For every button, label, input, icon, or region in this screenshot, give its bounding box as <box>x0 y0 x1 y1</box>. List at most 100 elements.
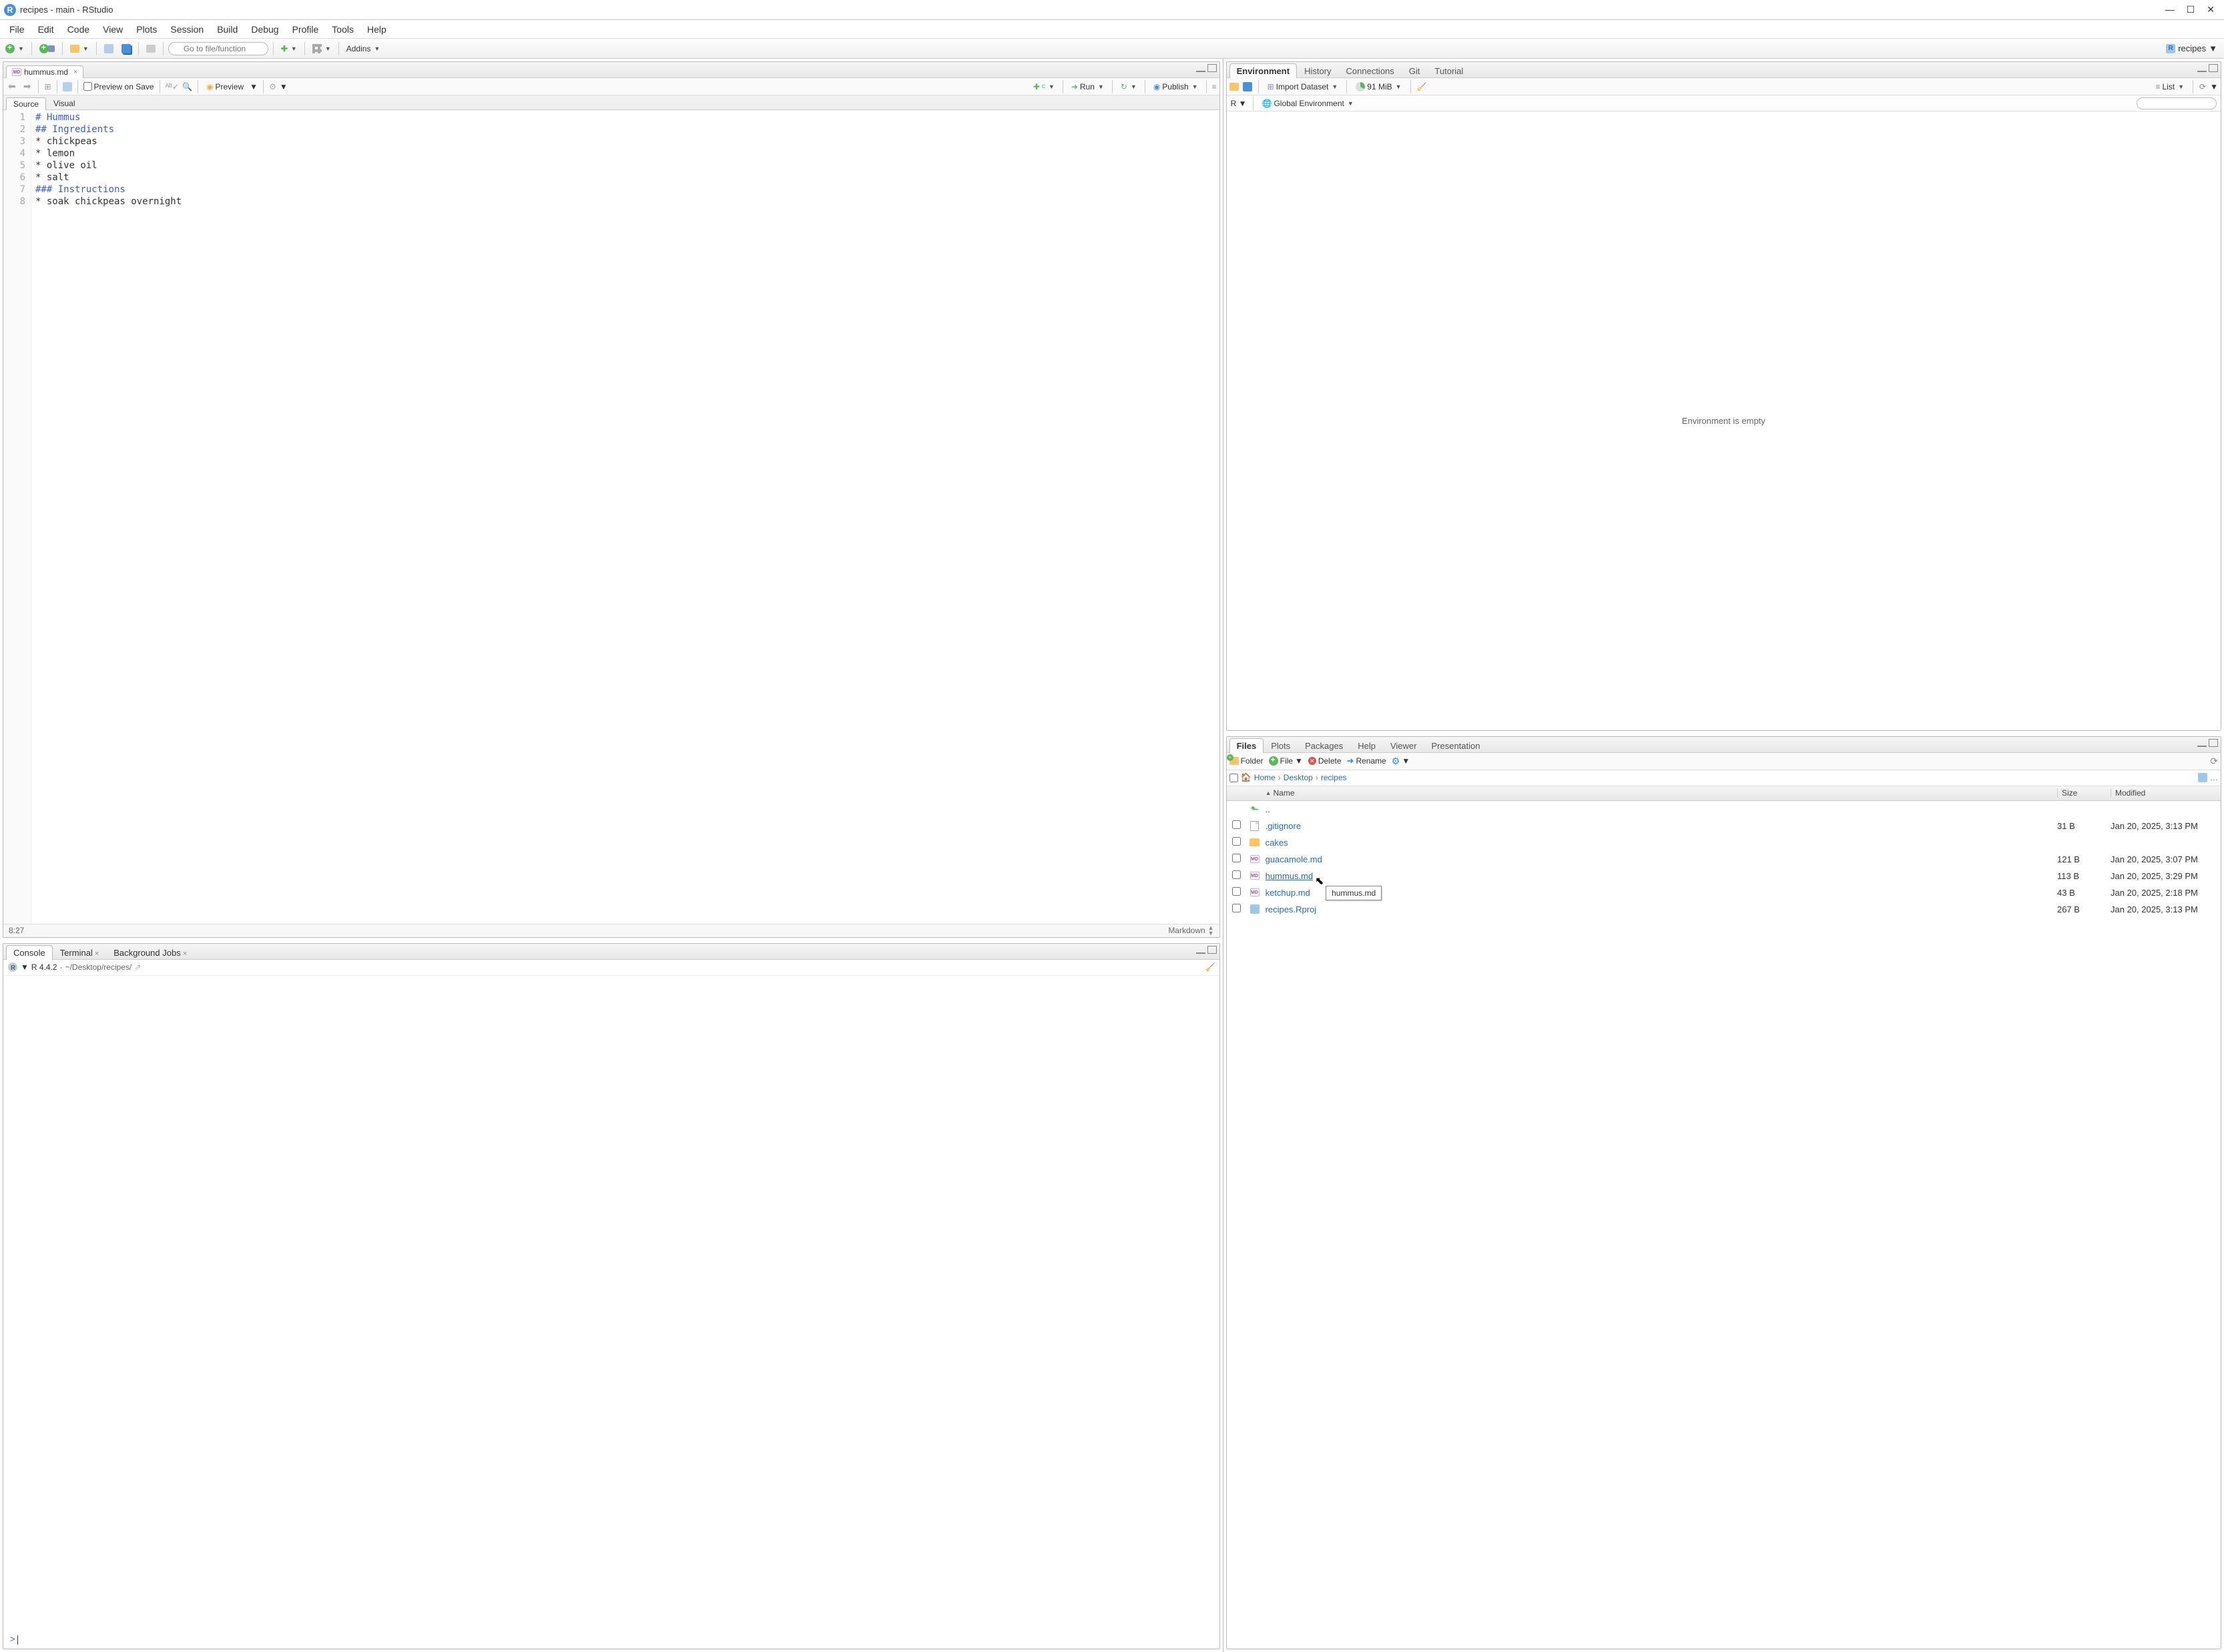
menu-view[interactable]: View <box>96 21 129 37</box>
visual-subtab[interactable]: Visual <box>46 97 82 109</box>
working-dir[interactable]: ~/Desktop/recipes/ <box>65 962 132 972</box>
insert-chunk-button[interactable]: ✚c▼ <box>1031 81 1057 93</box>
import-dataset-button[interactable]: ⊞Import Dataset▼ <box>1265 81 1341 93</box>
file-row[interactable]: MD hummus.md 113 B Jan 20, 2025, 3:29 PM <box>1227 868 2221 884</box>
new-folder-button[interactable]: +Folder <box>1229 756 1264 766</box>
save-icon[interactable] <box>63 82 72 91</box>
open-file-button[interactable]: ▼ <box>67 43 91 54</box>
window-close-button[interactable]: ✕ <box>2207 4 2215 15</box>
breadcrumb-desktop[interactable]: Desktop <box>1284 773 1313 782</box>
preview-on-save-checkbox[interactable]: Preview on Save <box>83 82 154 91</box>
publish-button[interactable]: ◉Publish▼ <box>1151 81 1201 93</box>
menu-edit[interactable]: Edit <box>31 21 61 37</box>
project-menu[interactable]: R recipes ▼ <box>2162 42 2221 55</box>
tab-plots[interactable]: Plots <box>1264 738 1298 753</box>
breadcrumb-recipes[interactable]: recipes <box>1321 773 1347 782</box>
tab-git[interactable]: Git <box>1402 63 1428 78</box>
run-button[interactable]: ➜Run▼ <box>1069 81 1107 93</box>
print-button[interactable] <box>144 43 158 54</box>
file-row[interactable]: .gitignore 31 B Jan 20, 2025, 3:13 PM <box>1227 818 2221 834</box>
addins-menu[interactable]: Addins▼ <box>344 43 383 55</box>
pane-minimize-icon[interactable] <box>2197 743 2207 747</box>
menu-code[interactable]: Code <box>61 21 96 37</box>
window-minimize-button[interactable]: — <box>2165 4 2175 15</box>
find-button[interactable]: 🔍 <box>182 82 192 91</box>
r-version-dropdown[interactable]: ▼ <box>21 962 29 972</box>
console-output[interactable] <box>3 976 1219 1649</box>
home-icon[interactable]: 🏠 <box>1241 772 1252 783</box>
file-checkbox[interactable] <box>1232 904 1241 912</box>
menu-profile[interactable]: Profile <box>286 21 326 37</box>
pane-minimize-icon[interactable] <box>1196 68 1205 72</box>
background-jobs-tab[interactable]: Background Jobs× <box>106 945 194 960</box>
r-scope-selector[interactable]: R ▼ <box>1231 99 1247 108</box>
list-view-button[interactable]: ≡List▼ <box>2153 81 2187 93</box>
file-checkbox[interactable] <box>1232 837 1241 846</box>
tab-files[interactable]: Files <box>1229 738 1264 753</box>
tab-environment[interactable]: Environment <box>1229 63 1297 78</box>
delete-button[interactable]: ✕Delete <box>1308 756 1342 766</box>
sort-by-size[interactable]: Size <box>2057 788 2111 798</box>
pane-layout-button[interactable]: ▼ <box>310 43 334 55</box>
file-name-link[interactable]: hummus.md <box>1266 871 1314 881</box>
clear-env-icon[interactable]: 🧹 <box>1417 82 1427 91</box>
wd-link-icon[interactable]: ⇗ <box>134 962 141 972</box>
file-row[interactable]: recipes.Rproj 267 B Jan 20, 2025, 3:13 P… <box>1227 901 2221 918</box>
source-file-tab[interactable]: MD hummus.md × <box>6 65 83 78</box>
console-tab[interactable]: Console <box>6 945 53 960</box>
file-checkbox[interactable] <box>1232 887 1241 896</box>
menu-session[interactable]: Session <box>164 21 210 37</box>
source-subtab[interactable]: Source <box>6 97 46 110</box>
pane-maximize-icon[interactable] <box>2209 739 2218 747</box>
save-button[interactable] <box>101 43 116 55</box>
pane-minimize-icon[interactable] <box>1196 950 1205 954</box>
file-name-link[interactable]: cakes <box>1266 838 1288 848</box>
menu-help[interactable]: Help <box>360 21 393 37</box>
spellcheck-button[interactable]: ᴬᴮ✓ <box>166 82 179 91</box>
path-more-button[interactable]: … <box>2210 773 2218 782</box>
tab-help[interactable]: Help <box>1350 738 1383 753</box>
load-workspace-icon[interactable] <box>1229 83 1239 91</box>
new-file-button[interactable]: ▼ <box>3 43 27 55</box>
refresh-env-icon[interactable]: ⟳ <box>2199 82 2206 91</box>
options-button[interactable]: ⚙ <box>269 82 276 91</box>
tab-connections[interactable]: Connections <box>1339 63 1402 78</box>
pane-maximize-icon[interactable] <box>1207 64 1217 72</box>
more-button[interactable]: ⚙▼ <box>1392 756 1410 767</box>
terminal-tab[interactable]: Terminal× <box>53 945 107 960</box>
editor-mode[interactable]: Markdown <box>1168 926 1205 935</box>
outline-toggle-button[interactable]: ≡ <box>1212 82 1217 91</box>
menu-build[interactable]: Build <box>210 21 244 37</box>
preview-button[interactable]: ◉Preview <box>204 81 246 93</box>
file-name-link[interactable]: guacamole.md <box>1266 854 1322 864</box>
code-editor[interactable]: 12345678 # Hummus## Ingredients* chickpe… <box>3 110 1219 924</box>
save-all-button[interactable] <box>119 43 133 55</box>
file-checkbox[interactable] <box>1232 820 1241 829</box>
tab-tutorial[interactable]: Tutorial <box>1427 63 1470 78</box>
show-outline-button[interactable]: ⊞ <box>44 82 51 91</box>
rerun-button[interactable]: ↻▼ <box>1118 81 1139 93</box>
select-all-checkbox[interactable] <box>1229 774 1238 782</box>
pane-minimize-icon[interactable] <box>2197 68 2207 72</box>
file-name-link[interactable]: recipes.Rproj <box>1266 904 1317 914</box>
file-checkbox[interactable] <box>1232 870 1241 879</box>
file-name-link[interactable]: .gitignore <box>1266 821 1301 831</box>
tab-packages[interactable]: Packages <box>1298 738 1350 753</box>
pane-maximize-icon[interactable] <box>2209 64 2218 72</box>
menu-tools[interactable]: Tools <box>325 21 360 37</box>
env-scope-selector[interactable]: 🌐Global Environment▼ <box>1260 97 1356 109</box>
preview-dropdown[interactable]: ▼ <box>250 82 258 91</box>
rename-button[interactable]: ➜Rename <box>1347 756 1386 766</box>
memory-usage[interactable]: 91 MiB▼ <box>1353 81 1404 93</box>
file-row[interactable]: cakes <box>1227 834 2221 851</box>
menu-file[interactable]: File <box>3 21 31 37</box>
file-checkbox[interactable] <box>1232 854 1241 862</box>
save-workspace-icon[interactable] <box>1243 82 1252 91</box>
close-tab-icon[interactable]: × <box>73 68 77 76</box>
clear-console-icon[interactable]: 🧹 <box>1205 962 1215 972</box>
addins-grid-button[interactable]: ✚▼ <box>278 43 300 55</box>
menu-debug[interactable]: Debug <box>244 21 285 37</box>
nav-forward-button[interactable]: ➡ <box>21 81 33 92</box>
window-maximize-button[interactable]: ☐ <box>2187 4 2195 15</box>
file-name-link[interactable]: ketchup.md <box>1266 888 1310 898</box>
